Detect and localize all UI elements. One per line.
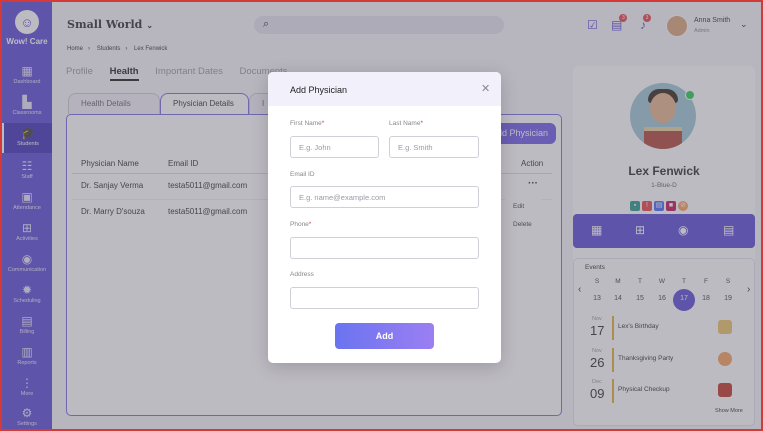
add-button[interactable]: Add: [335, 323, 434, 349]
address-field[interactable]: [290, 287, 479, 309]
email-label: Email ID: [290, 171, 315, 178]
last-name-label: Last Name*: [389, 120, 423, 127]
add-physician-modal: Add Physician ✕ First Name* Last Name* E…: [268, 72, 501, 363]
address-label: Address: [290, 271, 314, 278]
app-window: ☺ Wow! Care ▦ Dashboard ▙ Classrooms 🎓 Stud…: [0, 0, 763, 431]
last-name-field[interactable]: [389, 136, 479, 158]
modal-header: Add Physician ✕: [268, 72, 501, 106]
first-name-field[interactable]: [290, 136, 379, 158]
close-icon[interactable]: ✕: [481, 82, 490, 95]
phone-field[interactable]: [290, 237, 479, 259]
phone-label: Phone*: [290, 221, 312, 228]
first-name-label: First Name*: [290, 120, 325, 127]
email-field[interactable]: [290, 186, 479, 208]
modal-title: Add Physician: [290, 85, 348, 95]
